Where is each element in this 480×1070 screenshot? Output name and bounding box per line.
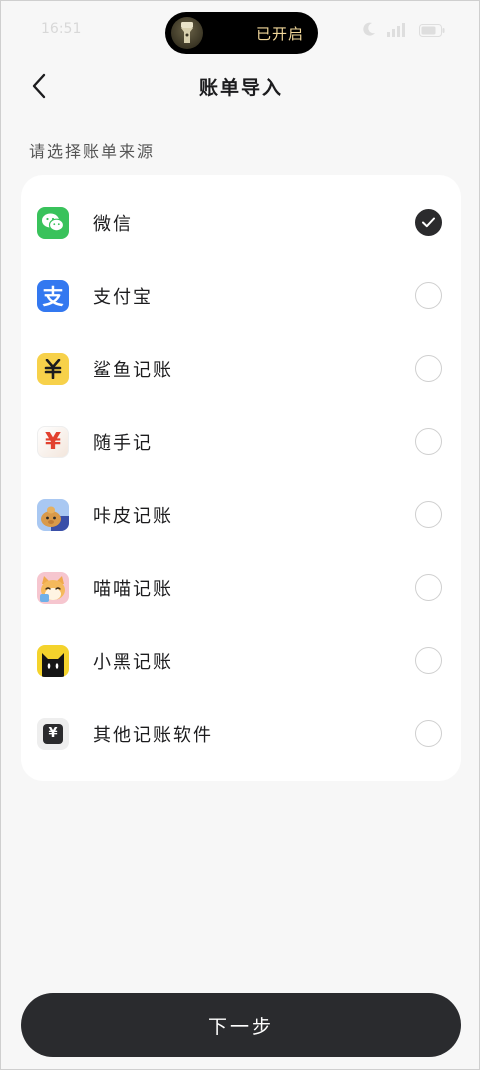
source-label: 鲨鱼记账 bbox=[93, 359, 173, 381]
battery-icon bbox=[419, 22, 445, 41]
check-icon bbox=[422, 217, 435, 228]
wechat-icon bbox=[37, 206, 69, 239]
source-label: 喵喵记账 bbox=[93, 578, 173, 600]
radio-unselected[interactable] bbox=[415, 720, 442, 747]
source-label: 小黑记账 bbox=[93, 651, 173, 673]
source-label: 其他记账软件 bbox=[93, 724, 213, 746]
source-item-xiaohei[interactable]: 小黑记账 bbox=[21, 624, 461, 697]
alipay-icon: 支 bbox=[37, 279, 69, 312]
status-time: 16:51 bbox=[41, 21, 82, 37]
source-item-miaomiao[interactable]: 喵喵记账 bbox=[21, 551, 461, 624]
source-label: 随手记 bbox=[93, 432, 153, 454]
source-list: 微信 支 支付宝 鲨鱼记账 ¥ 随手记 咔皮记账 喵喵记账 小黑记账 ¥ 其他记… bbox=[21, 175, 461, 781]
header: 账单导入 bbox=[1, 61, 480, 111]
kapi-icon bbox=[37, 498, 69, 531]
yuan-glyph: ¥ bbox=[48, 726, 58, 741]
cat-icon bbox=[37, 571, 69, 604]
suishouji-icon: ¥ bbox=[37, 425, 69, 458]
source-item-wechat[interactable]: 微信 bbox=[21, 186, 461, 259]
source-item-alipay[interactable]: 支 支付宝 bbox=[21, 259, 461, 332]
moon-icon bbox=[361, 21, 377, 41]
black-cat-icon bbox=[37, 644, 69, 677]
other-icon: ¥ bbox=[37, 717, 69, 750]
source-label: 微信 bbox=[93, 213, 133, 235]
shark-icon bbox=[37, 352, 69, 385]
signal-icon bbox=[387, 22, 409, 41]
status-icons bbox=[361, 21, 445, 41]
radio-unselected[interactable] bbox=[415, 428, 442, 455]
radio-unselected[interactable] bbox=[415, 574, 442, 601]
radio-unselected[interactable] bbox=[415, 282, 442, 309]
page-title: 账单导入 bbox=[198, 77, 283, 99]
source-label: 支付宝 bbox=[93, 286, 153, 308]
source-label: 咔皮记账 bbox=[93, 505, 173, 527]
flashlight-status: 已开启 bbox=[255, 25, 304, 43]
dynamic-island[interactable]: 已开启 bbox=[165, 12, 318, 54]
alipay-glyph: 支 bbox=[42, 284, 64, 309]
status-bar: 16:51 已开启 bbox=[1, 1, 480, 61]
yuan-glyph: ¥ bbox=[44, 428, 61, 455]
radio-selected[interactable] bbox=[415, 209, 442, 236]
section-label: 请选择账单来源 bbox=[29, 142, 156, 161]
next-button[interactable]: 下一步 bbox=[21, 993, 461, 1057]
source-item-suishouji[interactable]: ¥ 随手记 bbox=[21, 405, 461, 478]
radio-unselected[interactable] bbox=[415, 355, 442, 382]
source-item-shark[interactable]: 鲨鱼记账 bbox=[21, 332, 461, 405]
flashlight-icon bbox=[171, 17, 203, 49]
radio-unselected[interactable] bbox=[415, 647, 442, 674]
radio-unselected[interactable] bbox=[415, 501, 442, 528]
source-item-kapi[interactable]: 咔皮记账 bbox=[21, 478, 461, 551]
source-item-other[interactable]: ¥ 其他记账软件 bbox=[21, 697, 461, 770]
